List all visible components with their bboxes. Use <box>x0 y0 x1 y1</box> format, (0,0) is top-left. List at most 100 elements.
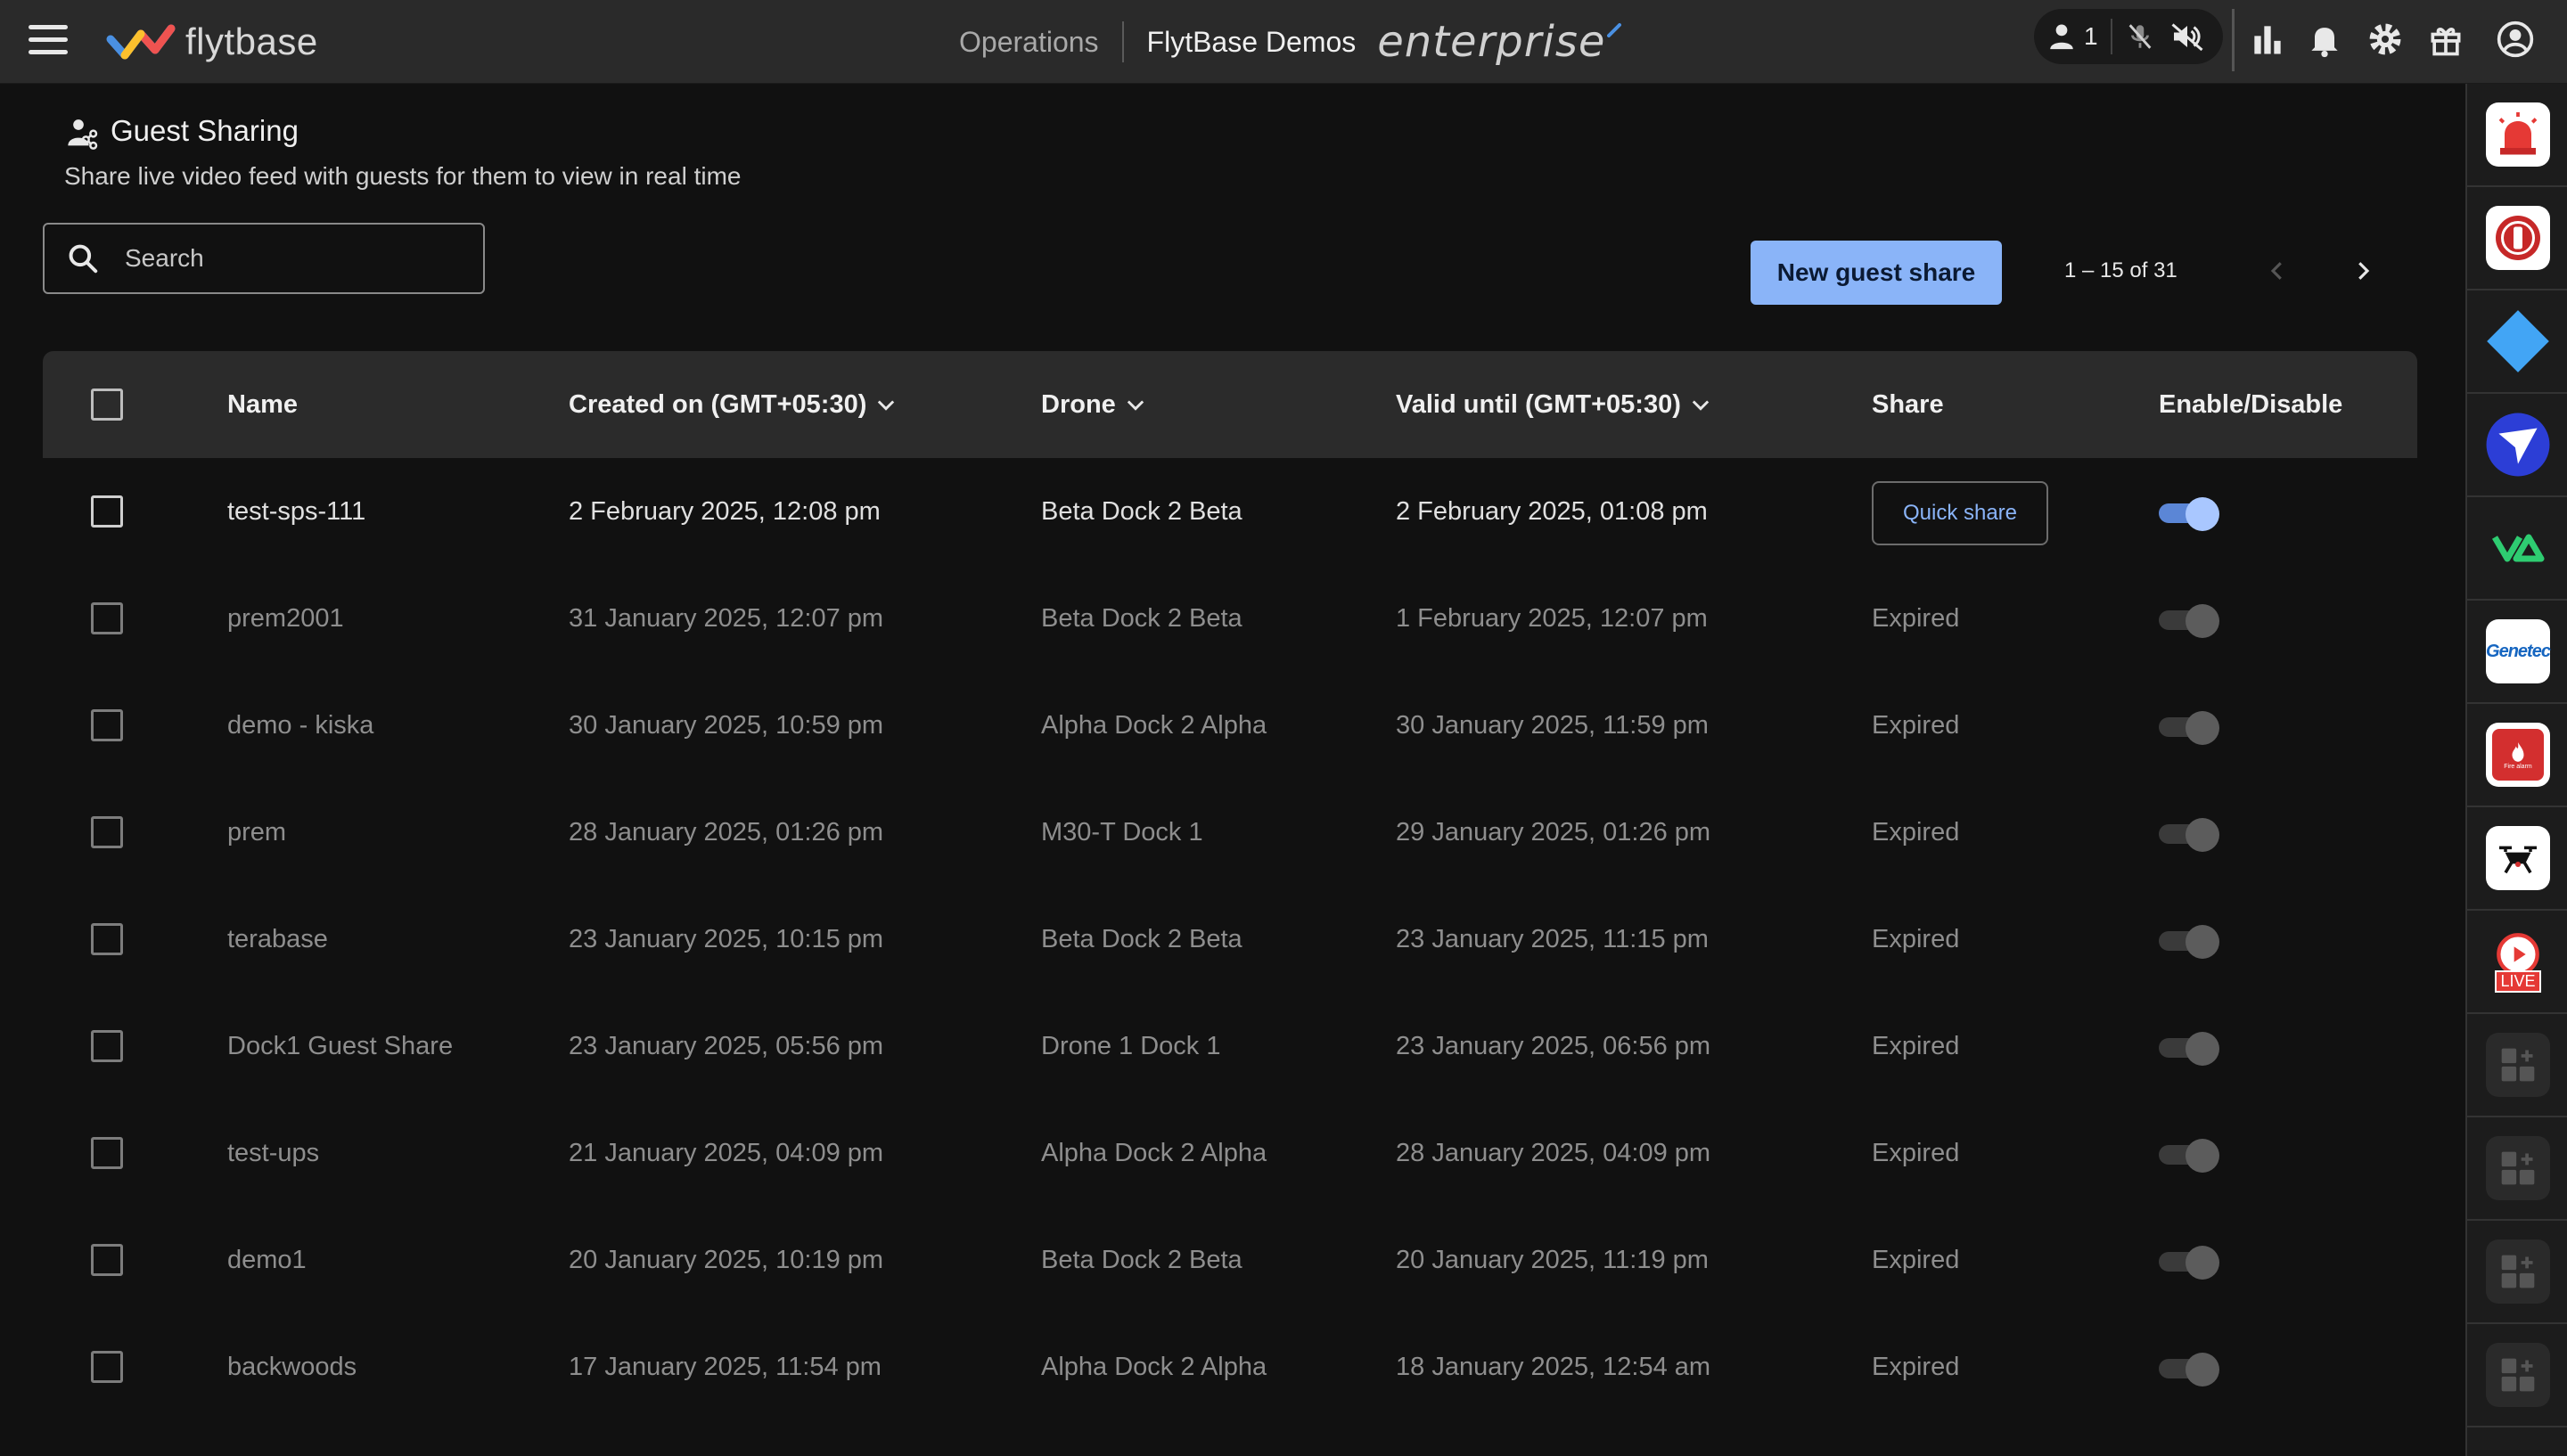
column-header-created[interactable]: Created on (GMT+05:30) <box>569 351 898 458</box>
enable-toggle[interactable] <box>2159 1246 2219 1280</box>
guest-share-icon <box>68 119 98 150</box>
search-icon <box>69 244 98 274</box>
page-subtitle: Share live video feed with guests for th… <box>64 162 742 190</box>
row-name: demo1 <box>227 1245 307 1274</box>
pill-divider <box>2110 19 2112 54</box>
top-bar: flytbase Operations FlytBase Demos enter… <box>0 0 2567 84</box>
workspace-nav: Operations FlytBase Demos enterprise <box>959 17 1622 67</box>
table-row[interactable]: prem2001 31 January 2025, 12:07 pm Beta … <box>43 565 2417 672</box>
row-valid-until: 20 January 2025, 11:19 pm <box>1396 1245 1709 1274</box>
filter-chevron-down-icon[interactable] <box>1123 392 1148 417</box>
enable-toggle[interactable] <box>2159 604 2219 638</box>
enable-toggle[interactable] <box>2159 711 2219 745</box>
previous-page-icon[interactable] <box>2264 255 2291 287</box>
header-drone-label: Drone <box>1041 389 1116 419</box>
organization-name[interactable]: FlytBase Demos <box>1147 26 1357 59</box>
drone-icon <box>2486 826 2550 890</box>
rail-add-app-slot[interactable] <box>2467 1014 2567 1117</box>
bell-icon[interactable] <box>2305 20 2344 59</box>
row-valid-until: 2 February 2025, 01:08 pm <box>1396 496 1708 526</box>
enable-toggle[interactable] <box>2159 818 2219 852</box>
sort-chevron-down-icon[interactable] <box>1688 392 1713 417</box>
row-checkbox[interactable] <box>91 709 123 741</box>
plan-spark-icon <box>1607 23 1622 37</box>
row-checkbox[interactable] <box>91 1244 123 1276</box>
live-stream-icon: LIVE <box>2486 929 2550 994</box>
table-row[interactable]: demo1 20 January 2025, 10:19 pm Beta Doc… <box>43 1207 2417 1313</box>
share-status: Expired <box>1872 710 1960 740</box>
traffic-light-icon <box>2486 206 2550 270</box>
enable-toggle[interactable] <box>2159 497 2219 531</box>
row-checkbox[interactable] <box>91 1351 123 1383</box>
table-row[interactable]: prem 28 January 2025, 01:26 pm M30-T Doc… <box>43 779 2417 886</box>
gift-icon[interactable] <box>2426 20 2465 59</box>
rail-drone-app[interactable] <box>2467 807 2567 911</box>
row-valid-until: 18 January 2025, 12:54 am <box>1396 1352 1711 1381</box>
quick-share-button[interactable]: Quick share <box>1872 481 2048 545</box>
row-created: 31 January 2025, 12:07 pm <box>569 603 884 633</box>
header-name-label: Name <box>227 389 298 419</box>
analytics-icon[interactable] <box>2248 20 2287 59</box>
enable-toggle[interactable] <box>2159 1032 2219 1066</box>
nav-operations[interactable]: Operations <box>959 26 1099 59</box>
column-header-drone[interactable]: Drone <box>1041 351 1148 458</box>
enable-toggle[interactable] <box>2159 925 2219 959</box>
sort-chevron-down-icon[interactable] <box>873 392 898 417</box>
account-avatar-icon[interactable] <box>2496 20 2535 59</box>
rail-va-app[interactable] <box>2467 497 2567 601</box>
row-name: test-ups <box>227 1138 320 1167</box>
row-drone: Alpha Dock 2 Alpha <box>1041 1352 1267 1381</box>
rail-genetec-app[interactable]: Genetec <box>2467 601 2567 704</box>
flytbase-logo-mark <box>106 24 176 60</box>
speaker-off-icon[interactable] <box>2169 20 2205 53</box>
table-row[interactable]: Dock1 Guest Share 23 January 2025, 05:56… <box>43 993 2417 1100</box>
table-row[interactable]: test-ups 21 January 2025, 04:09 pm Alpha… <box>43 1100 2417 1207</box>
rail-diamond-app[interactable] <box>2467 290 2567 394</box>
row-name: terabase <box>227 924 328 953</box>
enable-toggle[interactable] <box>2159 1353 2219 1386</box>
users-icon[interactable] <box>2046 21 2077 52</box>
row-created: 2 February 2025, 12:08 pm <box>569 496 881 526</box>
column-header-name: Name <box>227 351 298 458</box>
rail-traffic-light-app[interactable] <box>2467 187 2567 290</box>
next-page-icon[interactable] <box>2350 255 2376 287</box>
row-checkbox[interactable] <box>91 923 123 955</box>
rail-add-app-slot[interactable] <box>2467 1221 2567 1324</box>
column-header-valid-until[interactable]: Valid until (GMT+05:30) <box>1396 351 1713 458</box>
row-created: 28 January 2025, 01:26 pm <box>569 817 884 847</box>
enable-toggle[interactable] <box>2159 1139 2219 1173</box>
select-all-checkbox[interactable] <box>91 389 123 421</box>
table-row[interactable]: demo - kiska 30 January 2025, 10:59 pm A… <box>43 672 2417 779</box>
flytbase-logo[interactable]: flytbase <box>105 18 318 66</box>
rail-live-app[interactable]: LIVE <box>2467 911 2567 1014</box>
fire-alarm-label: Fire alarm <box>2504 763 2532 770</box>
menu-icon[interactable] <box>29 25 68 57</box>
table-row[interactable]: backwoods 17 January 2025, 11:54 pm Alph… <box>43 1313 2417 1420</box>
rail-add-app-slot[interactable] <box>2467 1117 2567 1221</box>
row-checkbox[interactable] <box>91 1137 123 1169</box>
row-created: 30 January 2025, 10:59 pm <box>569 710 884 740</box>
rail-add-app-slot[interactable] <box>2467 1324 2567 1427</box>
row-checkbox[interactable] <box>91 602 123 634</box>
search-input[interactable] <box>125 244 463 273</box>
settings-gear-icon[interactable] <box>2366 20 2405 59</box>
share-status: Expired <box>1872 1031 1960 1060</box>
mic-off-icon[interactable] <box>2125 21 2155 52</box>
row-checkbox[interactable] <box>91 495 123 528</box>
rail-paper-plane-app[interactable] <box>2467 394 2567 497</box>
row-checkbox[interactable] <box>91 816 123 848</box>
row-created: 20 January 2025, 10:19 pm <box>569 1245 884 1274</box>
search-box[interactable] <box>43 223 485 294</box>
table-row[interactable]: test-sps-111 2 February 2025, 12:08 pm B… <box>43 458 2417 565</box>
add-app-icon <box>2486 1136 2550 1200</box>
row-created: 23 January 2025, 10:15 pm <box>569 924 884 953</box>
user-count: 1 <box>2084 22 2098 50</box>
rail-fire-alarm-app[interactable]: Fire alarm <box>2467 704 2567 807</box>
new-guest-share-button[interactable]: New guest share <box>1751 241 2002 305</box>
row-created: 21 January 2025, 04:09 pm <box>569 1138 884 1167</box>
table-row[interactable]: terabase 23 January 2025, 10:15 pm Beta … <box>43 886 2417 993</box>
row-drone: M30-T Dock 1 <box>1041 817 1203 847</box>
row-checkbox[interactable] <box>91 1030 123 1062</box>
table-header: Name Created on (GMT+05:30) Drone Valid … <box>43 351 2417 458</box>
rail-siren-app[interactable] <box>2467 84 2567 187</box>
